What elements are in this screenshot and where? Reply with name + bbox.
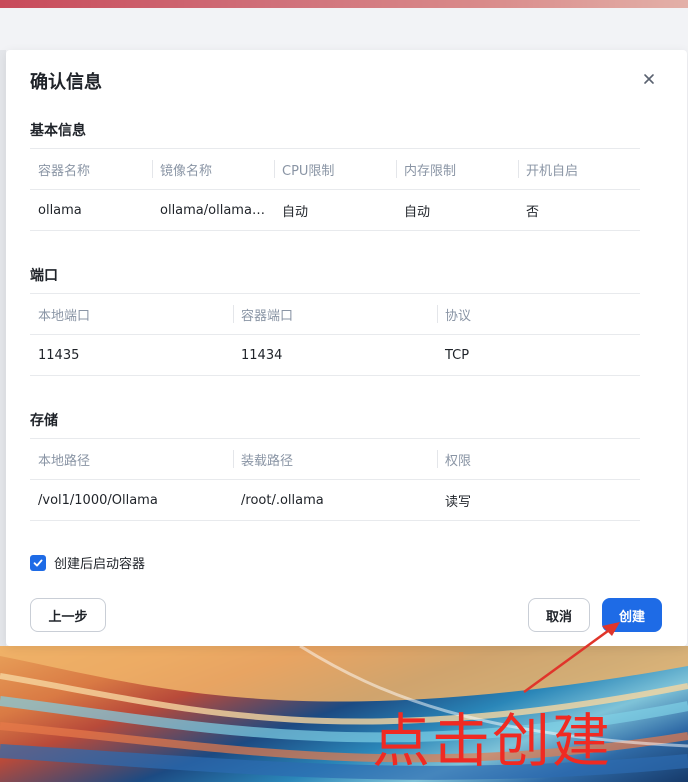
- annotation-arrow-icon: [523, 622, 620, 694]
- annotation-text: 点击创建: [372, 707, 613, 775]
